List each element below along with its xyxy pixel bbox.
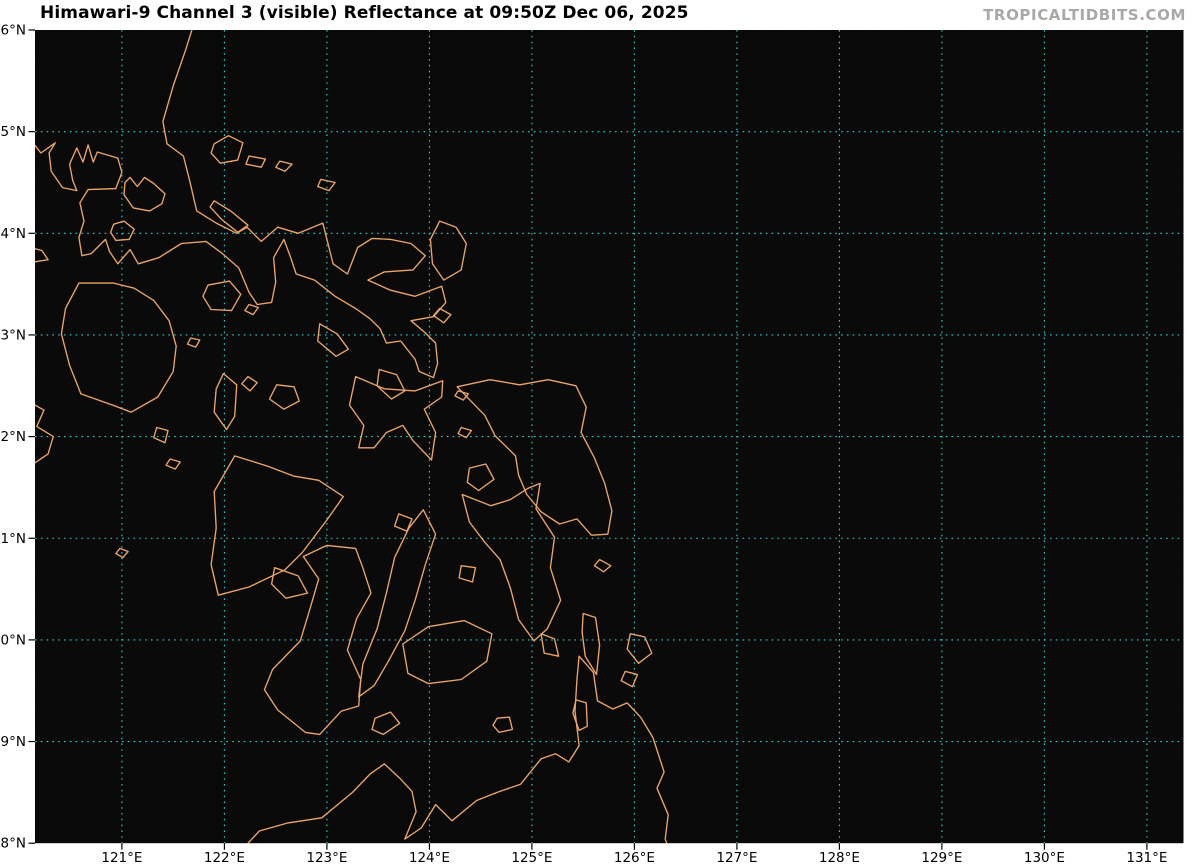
lat-tick-label: 8°N <box>1 836 26 852</box>
lat-tick-label: 16°N <box>0 23 26 39</box>
lon-tick-label: 123°E <box>306 850 347 866</box>
lat-tick-label: 9°N <box>1 734 26 750</box>
lon-tick-label: 130°E <box>1024 850 1065 866</box>
lon-tick-label: 127°E <box>716 850 757 866</box>
lon-tick-label: 129°E <box>921 850 962 866</box>
lat-tick-label: 15°N <box>0 124 26 140</box>
lon-tick-label: 121°E <box>101 850 142 866</box>
lon-tick-label: 124°E <box>409 850 450 866</box>
lat-tick-label: 14°N <box>0 226 26 242</box>
lon-tick-label: 126°E <box>614 850 655 866</box>
lat-tick-label: 11°N <box>0 531 26 547</box>
map-canvas: 16°N 15°N 14°N 13°N 12°N 11°N 10°N 9°N 8°N 121°E 1… <box>0 23 1184 866</box>
lon-tick-label: 131°E <box>1126 850 1167 866</box>
satellite-map-figure: Himawari-9 Channel 3 (visible) Reflectan… <box>0 0 1200 867</box>
lon-tick-label: 122°E <box>204 850 245 866</box>
lat-tick-label: 12°N <box>0 429 26 445</box>
lat-tick-label: 10°N <box>0 632 26 648</box>
lon-tick-label: 128°E <box>819 850 860 866</box>
lat-tick-label: 13°N <box>0 327 26 343</box>
lon-tick-label: 125°E <box>511 850 552 866</box>
